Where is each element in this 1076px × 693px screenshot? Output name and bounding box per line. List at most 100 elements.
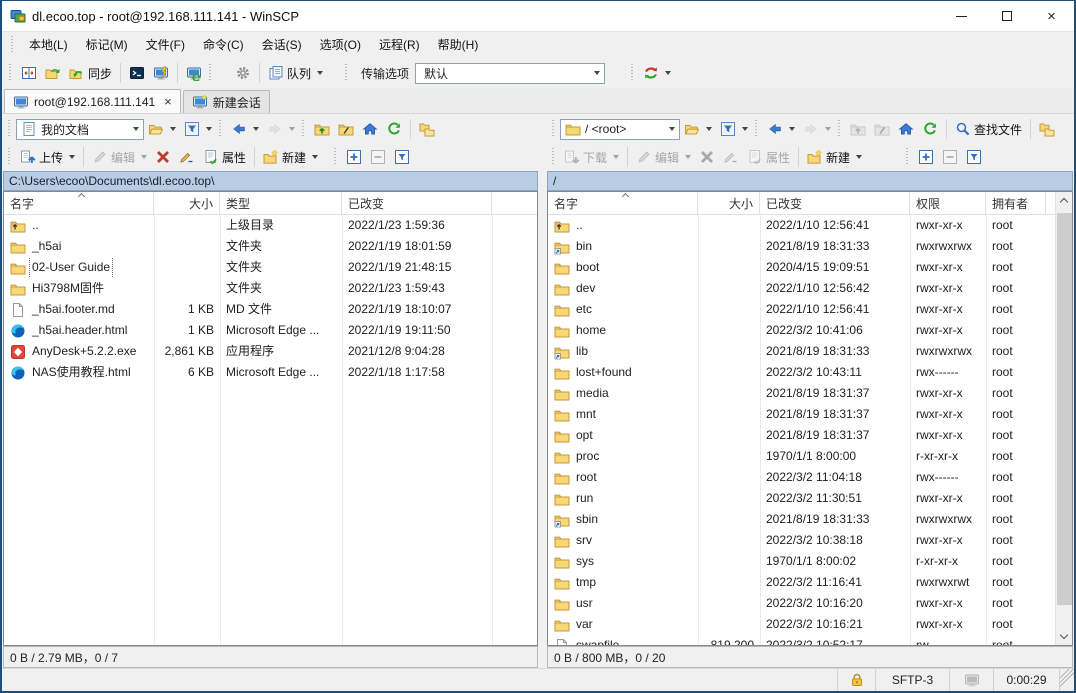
file-row[interactable]: home2022/3/2 10:41:06rwxr-xr-xroot [548,320,1055,341]
local-delete-button[interactable] [151,147,175,167]
transfer-preset-select[interactable]: 默认 [415,63,605,84]
file-row[interactable]: var2022/3/2 10:16:21rwxr-xr-xroot [548,614,1055,635]
remote-tree-button[interactable] [1035,119,1059,139]
download-button[interactable]: 下载 [560,147,623,168]
toolbar-grip[interactable] [838,120,843,138]
local-open-directory-button[interactable] [144,119,180,139]
file-row[interactable]: media2021/8/19 18:31:37rwxr-xr-xroot [548,383,1055,404]
refresh-session-button[interactable] [182,63,206,83]
find-files-button[interactable]: 查找文件 [951,119,1026,140]
sync-browsing-button[interactable] [41,63,65,83]
local-edit-button[interactable]: 编辑 [88,147,151,168]
queue-button[interactable]: 队列 [264,63,327,84]
remote-back-button[interactable] [763,119,799,139]
column-header-modified[interactable]: 已改变 [342,192,492,214]
tab-close-icon[interactable]: × [164,94,172,109]
menu-session[interactable]: 会话(S) [253,34,311,56]
toolbar-grip[interactable] [906,148,911,166]
file-row[interactable]: dev2022/1/10 12:56:42rwxr-xr-xroot [548,278,1055,299]
column-header-size[interactable]: 大小 [698,192,760,214]
file-row[interactable]: NAS使用教程.html6 KBMicrosoft Edge ...2022/1… [4,362,537,383]
file-row[interactable]: lost+found2022/3/2 10:43:11rwx------root [548,362,1055,383]
file-row[interactable]: _h5ai文件夹2022/1/19 18:01:59 [4,236,537,257]
file-row[interactable]: 02-User Guide文件夹2022/1/19 21:48:15 [4,257,537,278]
file-row[interactable]: sbin2021/8/19 18:31:33rwxrwxrwxroot [548,509,1055,530]
local-rename-button[interactable] [175,147,199,167]
file-row[interactable]: usr2022/3/2 10:16:20rwxr-xr-xroot [548,593,1055,614]
file-row[interactable]: proc1970/1/1 8:00:00r-xr-xr-xroot [548,446,1055,467]
scrollbar-track[interactable] [1056,209,1073,628]
column-header-type[interactable]: 类型 [220,192,342,214]
session-tab-active[interactable]: root@192.168.111.141 × [4,89,181,113]
panel-splitter[interactable] [539,115,546,668]
file-row[interactable]: AnyDesk+5.2.2.exe2,861 KB应用程序2021/12/8 9… [4,341,537,362]
scroll-up-icon[interactable] [1056,192,1073,209]
file-row[interactable]: opt2021/8/19 18:31:37rwxr-xr-xroot [548,425,1055,446]
local-path-bar[interactable]: C:\Users\ecoo\Documents\dl.ecoo.top\ [3,171,538,191]
toolbar-grip[interactable] [755,120,760,138]
file-row[interactable]: etc2022/1/10 12:56:41rwxr-xr-xroot [548,299,1055,320]
menu-file[interactable]: 文件(F) [137,34,194,56]
file-row[interactable]: sys1970/1/1 8:00:02r-xr-xr-xroot [548,551,1055,572]
remote-unselect-button[interactable] [938,147,962,167]
synchronize-button[interactable]: 同步 [65,63,116,84]
local-tree-button[interactable] [415,119,439,139]
remote-select-button[interactable] [914,147,938,167]
remote-refresh-button[interactable] [918,119,942,139]
file-row[interactable]: bin2021/8/19 18:31:33rwxrwxrwxroot [548,236,1055,257]
menu-local[interactable]: 本地(L) [20,34,77,56]
file-row[interactable]: Hi3798M固件文件夹2022/1/23 1:59:43 [4,278,537,299]
scroll-down-icon[interactable] [1056,628,1073,645]
local-root-directory-button[interactable] [334,119,358,139]
local-invert-selection-button[interactable] [390,147,414,167]
column-header-size[interactable]: 大小 [154,192,220,214]
menu-remote[interactable]: 远程(R) [370,34,429,56]
file-row[interactable]: lib2021/8/19 18:31:33rwxrwxrwxroot [548,341,1055,362]
file-row[interactable]: root2022/3/2 11:04:18rwx------root [548,467,1055,488]
column-header-owner[interactable]: 拥有者 [986,192,1046,214]
remote-invert-selection-button[interactable] [962,147,986,167]
remote-new-button[interactable]: 新建 [803,147,866,168]
remote-scrollbar[interactable] [1055,192,1072,645]
toolbar-grip[interactable] [8,120,13,138]
toolbar-grip[interactable] [334,148,339,166]
remote-edit-button[interactable]: 编辑 [632,147,695,168]
file-row[interactable]: ..上级目录2022/1/23 1:59:36 [4,215,537,236]
local-select-button[interactable] [342,147,366,167]
preferences-button[interactable] [231,63,255,83]
column-header-permissions[interactable]: 权限 [910,192,986,214]
remote-path-bar[interactable]: / [547,171,1073,191]
toolbar-grip[interactable] [9,64,14,82]
menu-options[interactable]: 选项(O) [311,34,370,56]
file-row[interactable]: boot2020/4/15 19:09:51rwxr-xr-xroot [548,257,1055,278]
transfer-settings-button[interactable] [639,63,675,83]
file-row[interactable]: _h5ai.footer.md1 KBMD 文件2022/1/19 18:10:… [4,299,537,320]
column-header-name[interactable]: 名字 [4,192,154,214]
local-refresh-button[interactable] [382,119,406,139]
remote-home-button[interactable] [894,119,918,139]
toolbar-grip[interactable] [8,148,13,166]
file-row[interactable]: run2022/3/2 11:30:51rwxr-xr-xroot [548,488,1055,509]
remote-forward-button[interactable] [799,119,835,139]
file-row[interactable]: swapfile819,2002022/3/2 10:52:17rw------… [548,635,1055,645]
toolbar-grip[interactable] [219,120,224,138]
toolbar-grip[interactable] [345,64,350,82]
remote-root-directory-button[interactable] [870,119,894,139]
local-forward-button[interactable] [263,119,299,139]
local-parent-directory-button[interactable] [310,119,334,139]
minimize-button[interactable] [939,1,984,32]
close-button[interactable]: × [1029,1,1074,32]
toolbar-grip[interactable] [552,120,557,138]
local-home-button[interactable] [358,119,382,139]
local-location-select[interactable]: 我的文档 [16,119,144,140]
maximize-button[interactable] [984,1,1029,32]
remote-open-directory-button[interactable] [680,119,716,139]
file-row[interactable]: tmp2022/3/2 11:16:41rwxrwxrwtroot [548,572,1055,593]
toolbar-grip[interactable] [631,64,636,82]
file-row[interactable]: mnt2021/8/19 18:31:37rwxr-xr-xroot [548,404,1055,425]
local-new-button[interactable]: 新建 [259,147,322,168]
file-row[interactable]: srv2022/3/2 10:38:18rwxr-xr-xroot [548,530,1055,551]
menu-help[interactable]: 帮助(H) [429,34,488,56]
remote-delete-button[interactable] [695,147,719,167]
toolbar-grip[interactable] [209,64,214,82]
